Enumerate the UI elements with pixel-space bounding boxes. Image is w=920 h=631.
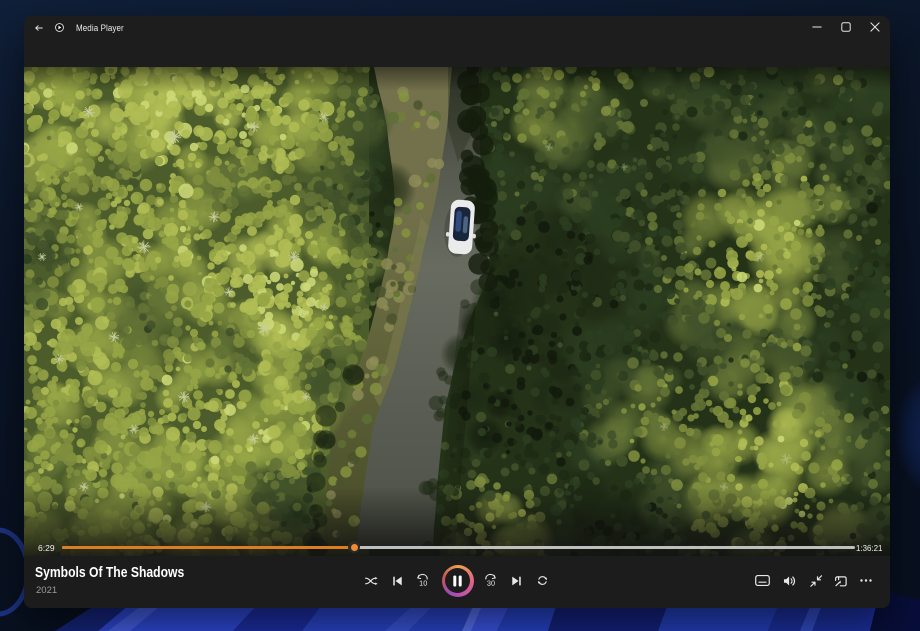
svg-text:10: 10	[419, 579, 427, 587]
svg-text:30: 30	[486, 579, 494, 587]
